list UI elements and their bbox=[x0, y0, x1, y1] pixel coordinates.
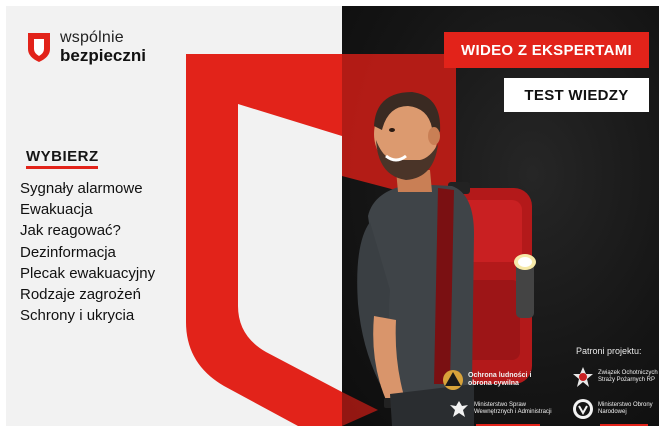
menu-heading-underline bbox=[26, 166, 98, 169]
menu-heading: WYBIERZ bbox=[26, 148, 99, 165]
patron-label: Związek Ochotniczych Straży Pożarnych RP bbox=[598, 370, 658, 383]
eagle-emblem-icon bbox=[450, 401, 468, 417]
fire-brigade-emblem-icon bbox=[573, 367, 593, 387]
patrons-title: Patroni projektu: bbox=[576, 346, 642, 356]
menu-item-evacuation[interactable]: Ewakuacja bbox=[20, 199, 155, 220]
defense-ministry-emblem-icon bbox=[573, 399, 593, 419]
civil-defense-emblem-icon bbox=[443, 370, 463, 390]
brand-name: wspólnie bezpieczni bbox=[60, 29, 146, 65]
topic-menu: Sygnały alarmowe Ewakuacja Jak reagować?… bbox=[20, 178, 155, 326]
patron-fire-brigade[interactable]: Związek Ochotniczych Straży Pożarnych RP bbox=[572, 366, 659, 388]
patron-interior-ministry[interactable]: Ministerstwo Spraw Wewnętrznych i Admini… bbox=[448, 398, 554, 420]
expert-video-button[interactable]: WIDEO Z EKSPERTAMI bbox=[444, 32, 649, 68]
patron-civil-defense[interactable]: Ochrona ludności i obrona cywilna bbox=[442, 369, 548, 391]
patron-label: Ministerstwo Spraw Wewnętrznych i Admini… bbox=[474, 402, 552, 415]
patron-defense-ministry[interactable]: Ministerstwo Obrony Narodowej bbox=[572, 398, 659, 420]
menu-item-shelters[interactable]: Schrony i ukrycia bbox=[20, 305, 155, 326]
menu-item-evacuation-backpack[interactable]: Plecak ewakuacyjny bbox=[20, 263, 155, 284]
patron-label: Ministerstwo Obrony Narodowej bbox=[598, 402, 653, 415]
brand-line-2: bezpieczni bbox=[60, 46, 146, 65]
patron-underline bbox=[600, 424, 648, 426]
patron-underline bbox=[476, 424, 540, 426]
menu-item-threat-types[interactable]: Rodzaje zagrożeń bbox=[20, 284, 155, 305]
shield-logo-icon bbox=[28, 33, 50, 62]
page-frame: wspólnie bezpieczni WYBIERZ Sygnały alar… bbox=[6, 6, 659, 426]
brand-line-1: wspólnie bbox=[60, 29, 124, 46]
menu-item-alarm-signals[interactable]: Sygnały alarmowe bbox=[20, 178, 155, 199]
menu-item-disinformation[interactable]: Dezinformacja bbox=[20, 242, 155, 263]
patron-label: Ochrona ludności i obrona cywilna bbox=[468, 371, 532, 387]
menu-item-how-to-react[interactable]: Jak reagować? bbox=[20, 220, 155, 241]
brand-logo[interactable]: wspólnie bezpieczni bbox=[26, 30, 146, 64]
